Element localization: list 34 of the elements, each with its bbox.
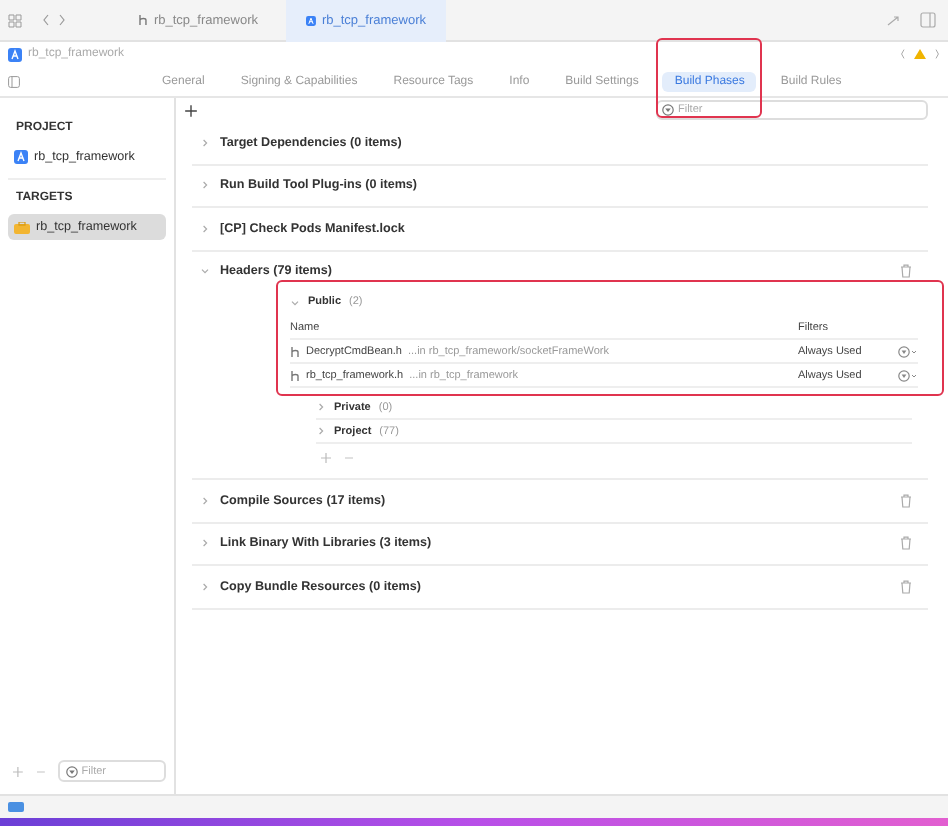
toolbox-icon: [14, 221, 30, 233]
chevron-icon[interactable]: [316, 402, 326, 412]
grid-icon[interactable]: [8, 13, 22, 27]
chevron-icon[interactable]: [200, 538, 210, 549]
trash-icon[interactable]: [900, 264, 912, 279]
inspector-icon[interactable]: [920, 12, 936, 28]
chevron-icon[interactable]: [290, 297, 300, 307]
filter-icon: [65, 765, 78, 777]
app-icon: [8, 47, 22, 61]
trash-icon[interactable]: [900, 579, 912, 594]
sidebar-toggle-icon[interactable]: [8, 75, 20, 87]
add-icon[interactable]: [184, 103, 198, 117]
console-icon[interactable]: [8, 802, 24, 812]
chevron-icon[interactable]: [200, 581, 210, 592]
chevron-icon[interactable]: [200, 180, 210, 191]
app-icon: [306, 13, 316, 27]
filter-icon: [662, 104, 674, 116]
forward-icon[interactable]: [58, 14, 66, 26]
remove-icon[interactable]: [344, 451, 354, 463]
app-icon: [14, 150, 28, 164]
back-icon[interactable]: [42, 14, 50, 26]
swap-icon[interactable]: [886, 13, 900, 27]
chevron-icon[interactable]: [200, 266, 210, 277]
header-file-icon: [290, 345, 300, 357]
trash-icon[interactable]: [900, 493, 912, 508]
trash-icon[interactable]: [900, 536, 912, 551]
chevron-icon[interactable]: [200, 223, 210, 234]
chevron-icon[interactable]: [316, 426, 326, 436]
header-file-icon: [138, 14, 148, 26]
header-file-icon: [290, 369, 300, 381]
warning-icon[interactable]: [900, 48, 940, 60]
chevron-icon[interactable]: [200, 495, 210, 506]
remove-icon[interactable]: [35, 765, 46, 777]
chevron-icon[interactable]: [200, 137, 210, 148]
